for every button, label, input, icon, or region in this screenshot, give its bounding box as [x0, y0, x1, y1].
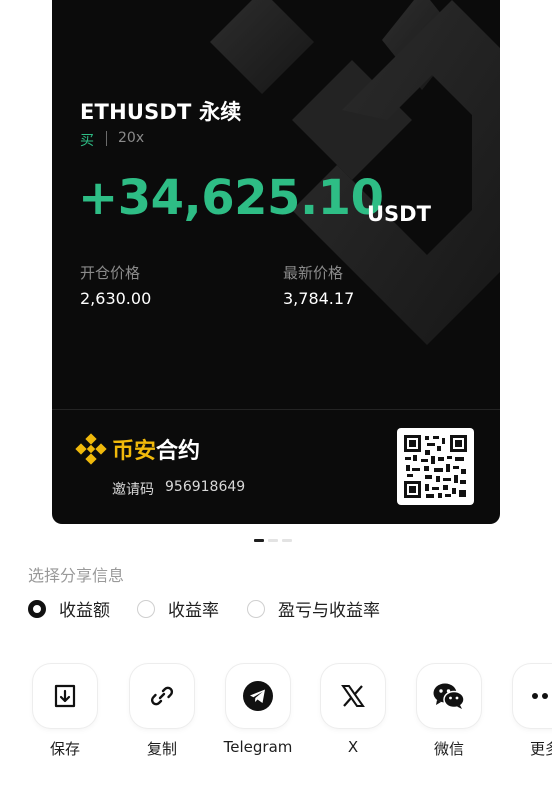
wechat-icon [433, 683, 465, 709]
share-label: Telegram [223, 738, 293, 756]
page-dot-2[interactable] [268, 539, 278, 542]
pnl-share-card: ETHUSDT 永续 买 20x +34,625.10 USDT 开仓价格 2,… [52, 0, 500, 524]
share-icon-box [417, 664, 481, 728]
share-wechat-button[interactable]: 微信 [416, 664, 482, 759]
carousel-indicator [254, 539, 292, 542]
last-price-label: 最新价格 [283, 264, 344, 282]
qr-code [397, 428, 474, 505]
page-dot-3[interactable] [282, 539, 292, 542]
leverage: 20x [118, 130, 145, 146]
share-icon-box [513, 664, 552, 728]
brand-name: 币安合约 [112, 433, 200, 465]
entry-price: 2,630.00 [80, 289, 152, 308]
share-copy-link-button[interactable]: 复制 [129, 664, 195, 759]
share-icon-box [226, 664, 290, 728]
divider [106, 131, 107, 146]
share-telegram-button[interactable]: Telegram [223, 664, 293, 756]
brand-logo: 币安合约 [74, 432, 200, 466]
share-icon-box [321, 664, 385, 728]
radio-label: 收益率 [168, 601, 219, 621]
radio-pnl-rate[interactable]: 收益率 [137, 596, 219, 621]
save-icon [54, 684, 76, 708]
referral-code: 956918649 [165, 479, 246, 495]
qr-code-icon [404, 435, 467, 498]
radio-pnl-amount[interactable]: 收益额 [28, 596, 110, 621]
share-more-button[interactable]: 更多 [512, 664, 552, 759]
share-icon-box [33, 664, 97, 728]
share-icon-box [130, 664, 194, 728]
brand-name-part2: 合约 [156, 439, 201, 464]
share-x-button[interactable]: X [320, 664, 386, 756]
link-icon [150, 686, 174, 706]
binance-logo-icon [75, 433, 107, 465]
radio-label: 盈亏与收益率 [278, 601, 380, 621]
pnl-amount: +34,625.10 [78, 170, 384, 226]
share-label: 复制 [146, 740, 177, 758]
entry-price-label: 开仓价格 [80, 264, 141, 282]
contract-symbol: ETHUSDT 永续 [80, 100, 242, 124]
more-icon [532, 693, 548, 699]
radio-pnl-and-rate[interactable]: 盈亏与收益率 [247, 596, 380, 621]
x-icon [341, 685, 365, 707]
share-label: 保存 [49, 740, 80, 758]
radio-unselected-icon [137, 599, 155, 618]
position-side: 买 [80, 133, 94, 149]
card-divider [52, 409, 500, 410]
telegram-icon [243, 681, 273, 711]
brand-name-part1: 币安 [112, 439, 157, 464]
referral-label: 邀请码 [112, 482, 154, 498]
page-dot-1[interactable] [254, 539, 264, 542]
pnl-unit: USDT [367, 202, 431, 226]
radio-selected-icon [28, 599, 46, 618]
share-label: X [347, 738, 359, 756]
share-save-button[interactable]: 保存 [32, 664, 98, 759]
share-label: 微信 [433, 740, 464, 758]
last-price: 3,784.17 [283, 289, 355, 308]
share-label: 更多 [529, 740, 552, 758]
share-info-title: 选择分享信息 [28, 566, 125, 585]
radio-label: 收益额 [59, 601, 110, 621]
radio-unselected-icon [247, 599, 265, 618]
